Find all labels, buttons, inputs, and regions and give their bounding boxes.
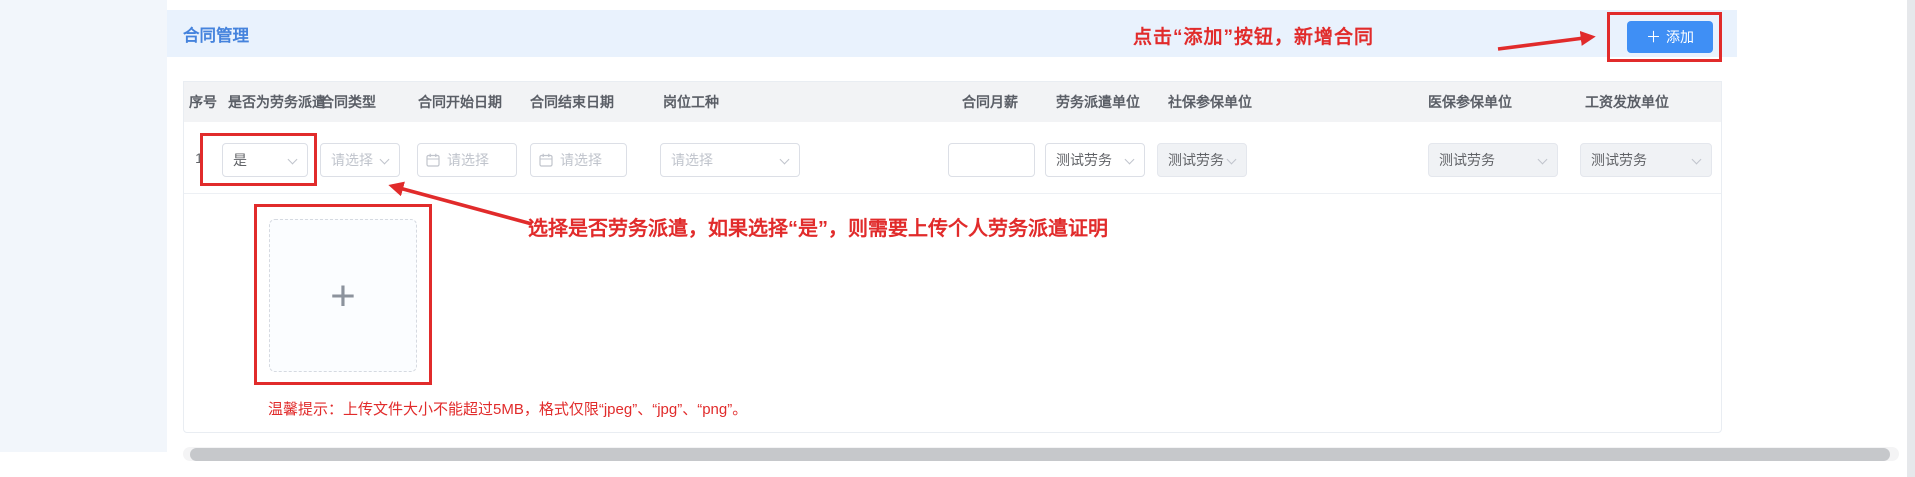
salary-pay-unit-value: 测试劳务 xyxy=(1591,150,1647,170)
col-header-position: 岗位工种 xyxy=(663,82,719,122)
social-unit-value: 测试劳务 xyxy=(1168,150,1224,170)
monthly-salary-input[interactable] xyxy=(948,143,1035,177)
medical-unit-select[interactable]: 测试劳务 xyxy=(1428,143,1558,177)
col-header-medical-unit: 医保参保单位 xyxy=(1428,82,1512,122)
col-header-index: 序号 xyxy=(189,82,217,122)
chevron-down-icon xyxy=(380,155,390,165)
salary-pay-unit-select[interactable]: 测试劳务 xyxy=(1580,143,1712,177)
chevron-down-icon xyxy=(1538,155,1548,165)
col-header-end-date: 合同结束日期 xyxy=(530,82,614,122)
col-header-contract-type: 合同类型 xyxy=(320,82,376,122)
chevron-down-icon xyxy=(1227,155,1237,165)
contract-management-page: 合同管理 点击“添加”按钮，新增合同 ＋ 添加 序号 是否为劳务派遣 合同类型 … xyxy=(0,0,1915,477)
labor-dispatch-value: 是 xyxy=(233,150,247,170)
dispatch-unit-select[interactable]: 测试劳务 xyxy=(1045,143,1145,177)
chevron-down-icon xyxy=(288,155,298,165)
labor-dispatch-select[interactable]: 是 xyxy=(222,143,308,177)
position-placeholder: 请选择 xyxy=(671,150,713,170)
annotation-add-note: 点击“添加”按钮，新增合同 xyxy=(1133,22,1374,49)
left-gutter xyxy=(0,0,167,452)
plus-icon: ＋ xyxy=(1646,30,1661,45)
upload-plus-icon: + xyxy=(330,275,356,317)
end-date-placeholder: 请选择 xyxy=(560,150,602,170)
panel-header: 合同管理 xyxy=(167,10,1737,57)
upload-dropzone[interactable]: + xyxy=(269,219,417,372)
row-divider xyxy=(184,193,1721,194)
contract-type-placeholder: 请选择 xyxy=(331,150,373,170)
col-header-social-unit: 社保参保单位 xyxy=(1168,82,1252,122)
medical-unit-value: 测试劳务 xyxy=(1439,150,1495,170)
start-date-placeholder: 请选择 xyxy=(447,150,489,170)
col-header-labor-dispatch: 是否为劳务派遣 xyxy=(228,82,326,122)
page-title: 合同管理 xyxy=(183,22,249,46)
col-header-start-date: 合同开始日期 xyxy=(418,82,502,122)
social-unit-select[interactable]: 测试劳务 xyxy=(1157,143,1247,177)
horizontal-scrollbar-thumb[interactable] xyxy=(190,448,1890,461)
col-header-salary-pay-unit: 工资发放单位 xyxy=(1585,82,1669,122)
contract-type-select[interactable]: 请选择 xyxy=(320,143,400,177)
chevron-down-icon xyxy=(1125,155,1135,165)
position-select[interactable]: 请选择 xyxy=(660,143,800,177)
calendar-icon xyxy=(426,153,440,167)
calendar-icon xyxy=(539,153,553,167)
chevron-down-icon xyxy=(1692,155,1702,165)
add-button[interactable]: ＋ 添加 xyxy=(1627,21,1713,53)
vertical-scrollbar[interactable] xyxy=(1907,0,1915,477)
dispatch-unit-value: 测试劳务 xyxy=(1056,150,1112,170)
col-header-dispatch-unit: 劳务派遣单位 xyxy=(1056,82,1140,122)
upload-tip-text: 温馨提示：上传文件大小不能超过5MB，格式仅限“jpeg”、“jpg”、“png… xyxy=(268,398,747,419)
annotation-dispatch-note: 选择是否劳务派遣，如果选择“是”，则需要上传个人劳务派遣证明 xyxy=(528,212,1108,241)
start-date-input[interactable]: 请选择 xyxy=(417,143,517,177)
chevron-down-icon xyxy=(780,155,790,165)
col-header-monthly-salary: 合同月薪 xyxy=(962,82,1018,122)
add-button-label: 添加 xyxy=(1666,27,1694,47)
end-date-input[interactable]: 请选择 xyxy=(530,143,627,177)
